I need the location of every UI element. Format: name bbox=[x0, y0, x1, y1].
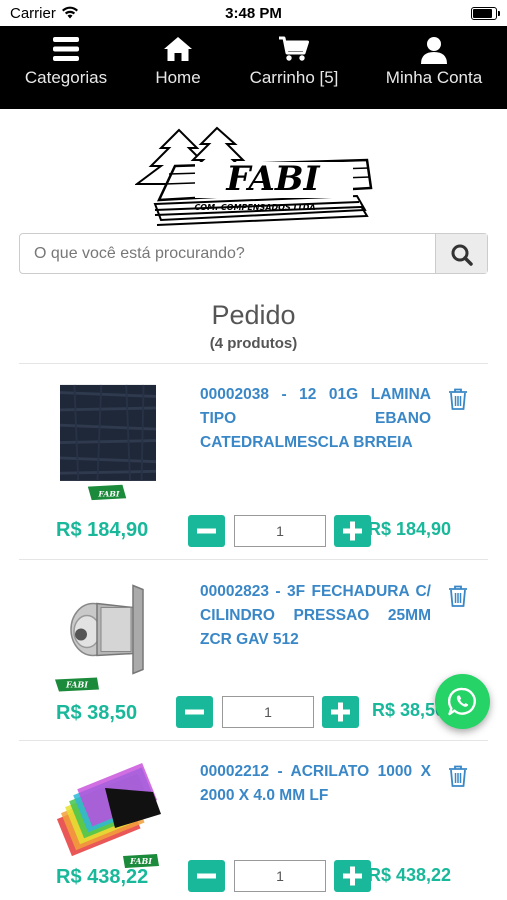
clock: 3:48 PM bbox=[225, 5, 282, 22]
plus-icon bbox=[343, 521, 362, 541]
whatsapp-icon bbox=[448, 687, 476, 716]
svg-text:FABI: FABI bbox=[225, 159, 320, 199]
hamburger-icon bbox=[53, 37, 79, 61]
plus-icon bbox=[343, 866, 362, 886]
unit-price: R$ 184,90 bbox=[56, 519, 149, 541]
divider bbox=[19, 740, 488, 741]
cart-icon bbox=[279, 36, 309, 61]
decrease-quantity-button[interactable] bbox=[176, 696, 213, 728]
search-input[interactable] bbox=[20, 234, 435, 273]
svg-text:FABI: FABI bbox=[65, 680, 88, 690]
line-total: R$ 184,90 bbox=[368, 519, 452, 539]
minus-icon bbox=[197, 528, 216, 534]
nav-home-label: Home bbox=[155, 68, 201, 87]
nav-categories[interactable]: Categorias bbox=[16, 36, 116, 102]
increase-quantity-button[interactable] bbox=[334, 515, 371, 547]
svg-text:FABI: FABI bbox=[97, 489, 119, 498]
svg-text:COM. COMPENSADOS LTDA: COM. COMPENSADOS LTDA bbox=[194, 203, 315, 212]
search-button[interactable] bbox=[435, 234, 487, 273]
quantity-input[interactable] bbox=[234, 515, 326, 547]
trash-icon[interactable] bbox=[448, 765, 468, 787]
nav-cart[interactable]: Carrinho [5] bbox=[244, 36, 344, 102]
status-bar: Carrier 3:48 PM bbox=[0, 0, 507, 26]
increase-quantity-button[interactable] bbox=[322, 696, 359, 728]
page-title: Pedido bbox=[211, 300, 296, 330]
nav-categories-label: Categorias bbox=[24, 68, 108, 87]
fabi-logo[interactable]: FABI COM. COMPENSADOS LTDA bbox=[135, 126, 375, 230]
user-icon bbox=[421, 37, 447, 64]
nav-home[interactable]: Home bbox=[142, 36, 214, 102]
nav-account-label: Minha Conta bbox=[385, 68, 483, 87]
product-description[interactable]: 00002823 - 3F FECHADURA C/ CILINDRO PRES… bbox=[200, 580, 431, 652]
quantity-input[interactable] bbox=[222, 696, 314, 728]
product-image[interactable]: FABI bbox=[53, 760, 163, 880]
unit-price: R$ 38,50 bbox=[56, 702, 138, 724]
divider bbox=[19, 559, 488, 560]
top-nav: Categorias Home Carrinho [5] Minha Conta bbox=[0, 26, 507, 109]
whatsapp-button[interactable] bbox=[435, 674, 490, 729]
product-count: (4 produtos) bbox=[209, 335, 298, 352]
svg-text:FABI: FABI bbox=[129, 856, 152, 866]
battery-level bbox=[473, 9, 492, 18]
product-description[interactable]: 00002038 - 12 01G LAMINA TIPO EBANO CATE… bbox=[200, 383, 431, 455]
nav-cart-label: Carrinho [5] bbox=[249, 68, 339, 87]
minus-icon bbox=[197, 873, 216, 879]
search-bar bbox=[19, 233, 488, 274]
minus-icon bbox=[185, 709, 204, 715]
product-image[interactable]: FABI bbox=[53, 383, 163, 503]
trash-icon[interactable] bbox=[448, 585, 468, 607]
increase-quantity-button[interactable] bbox=[334, 860, 371, 892]
unit-price: R$ 438,22 bbox=[56, 866, 149, 888]
battery-icon bbox=[471, 7, 500, 20]
divider bbox=[19, 363, 488, 364]
decrease-quantity-button[interactable] bbox=[188, 515, 225, 547]
plus-icon bbox=[331, 702, 350, 722]
line-total: R$ 438,22 bbox=[368, 865, 452, 885]
product-description[interactable]: 00002212 - ACRILATO 1000 X 2000 X 4.0 MM… bbox=[200, 760, 431, 808]
home-icon bbox=[164, 37, 192, 61]
trash-icon[interactable] bbox=[448, 388, 468, 410]
decrease-quantity-button[interactable] bbox=[188, 860, 225, 892]
product-image[interactable]: FABI bbox=[53, 575, 163, 695]
nav-account[interactable]: Minha Conta bbox=[381, 36, 487, 102]
quantity-input[interactable] bbox=[234, 860, 326, 892]
search-icon bbox=[451, 244, 473, 266]
